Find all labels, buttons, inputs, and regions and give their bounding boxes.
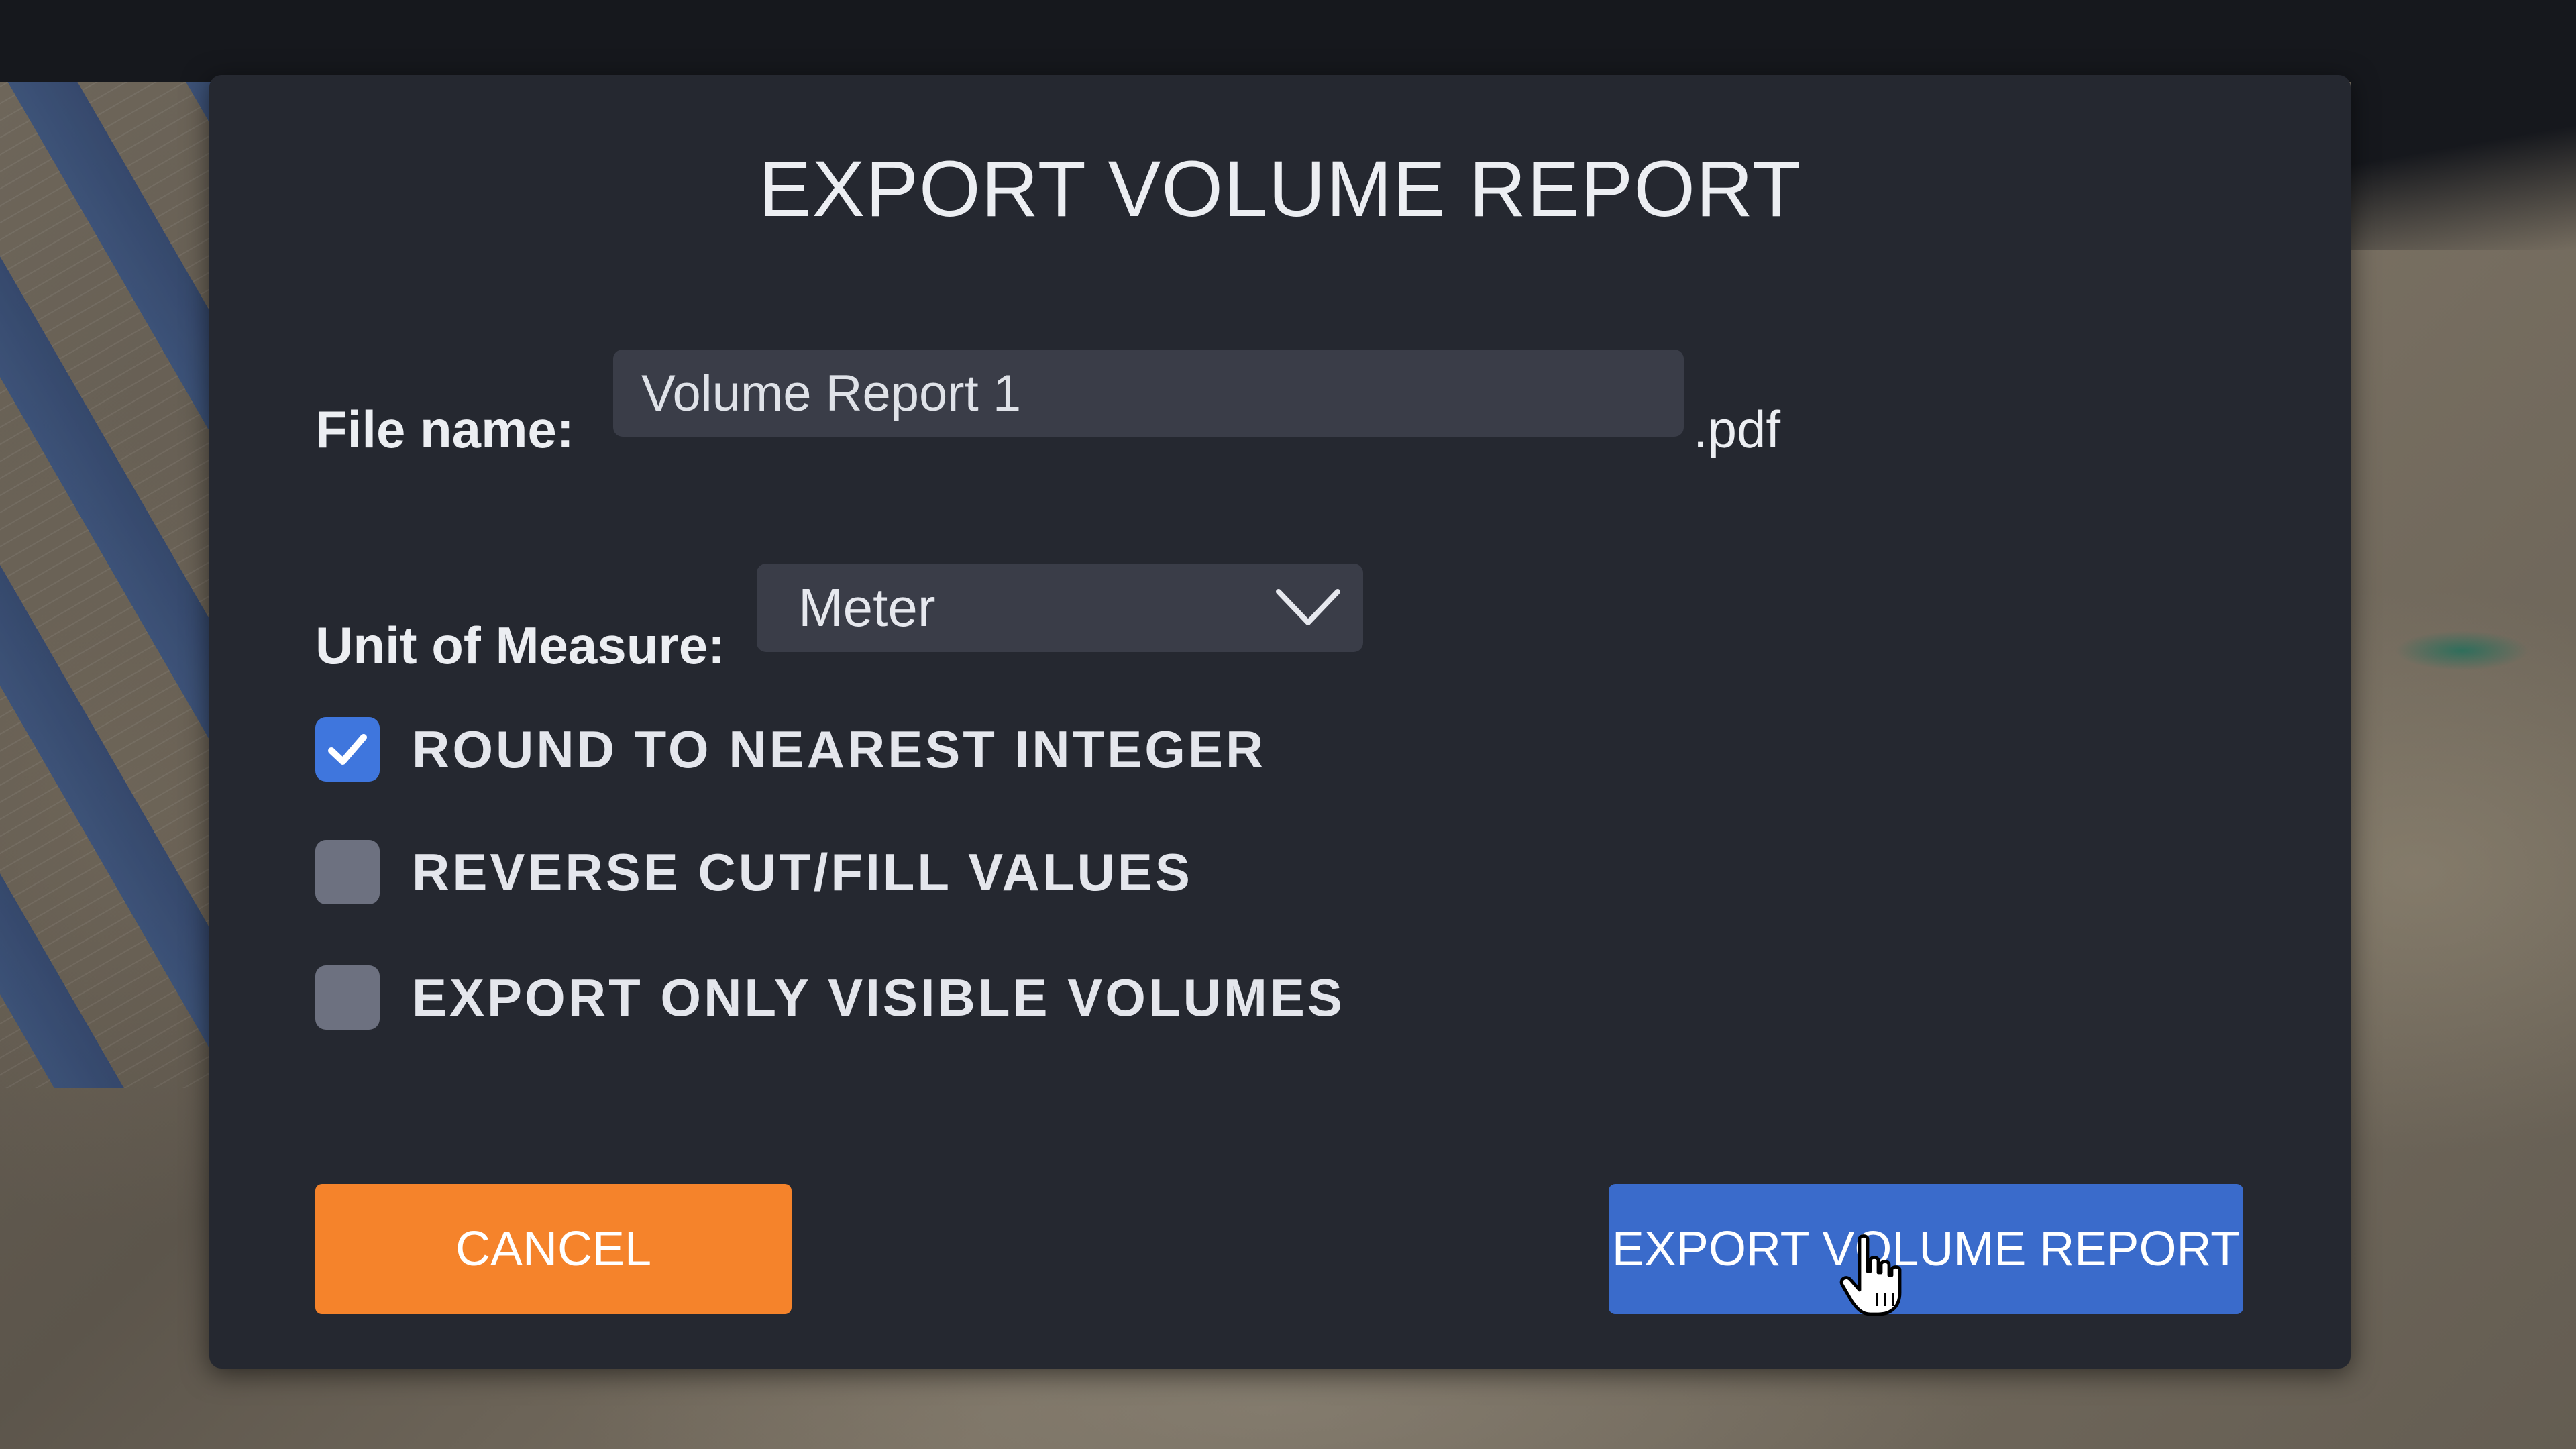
hand-pointer-icon bbox=[1839, 1234, 1902, 1316]
visible-volumes-label: EXPORT ONLY VISIBLE VOLUMES bbox=[412, 968, 1345, 1027]
map-edge-shadow bbox=[2351, 82, 2576, 250]
unit-selected-value: Meter bbox=[798, 578, 936, 637]
unit-of-measure-select[interactable]: Meter bbox=[757, 564, 1363, 652]
file-name-label: File name: bbox=[315, 400, 574, 459]
file-extension-label: .pdf bbox=[1693, 400, 1781, 459]
export-volume-report-dialog: EXPORT VOLUME REPORT File name: .pdf Uni… bbox=[209, 75, 2351, 1368]
checkmark-icon bbox=[328, 734, 367, 765]
map-vegetation bbox=[2395, 631, 2529, 671]
visible-volumes-checkbox[interactable] bbox=[315, 965, 380, 1030]
cancel-button[interactable]: CANCEL bbox=[315, 1184, 792, 1314]
unit-of-measure-label: Unit of Measure: bbox=[315, 616, 726, 675]
round-integer-checkbox[interactable] bbox=[315, 717, 380, 782]
file-name-input[interactable] bbox=[613, 350, 1684, 437]
reverse-cut-fill-label: REVERSE CUT/FILL VALUES bbox=[412, 843, 1193, 902]
chevron-down-icon bbox=[1276, 589, 1340, 625]
top-bar bbox=[0, 0, 2576, 82]
dialog-title: EXPORT VOLUME REPORT bbox=[758, 145, 1802, 233]
export-volume-report-button[interactable]: EXPORT VOLUME REPORT bbox=[1609, 1184, 2243, 1314]
round-integer-label: ROUND TO NEAREST INTEGER bbox=[412, 720, 1267, 779]
reverse-cut-fill-checkbox[interactable] bbox=[315, 840, 380, 904]
solar-panel-array bbox=[0, 82, 215, 1088]
